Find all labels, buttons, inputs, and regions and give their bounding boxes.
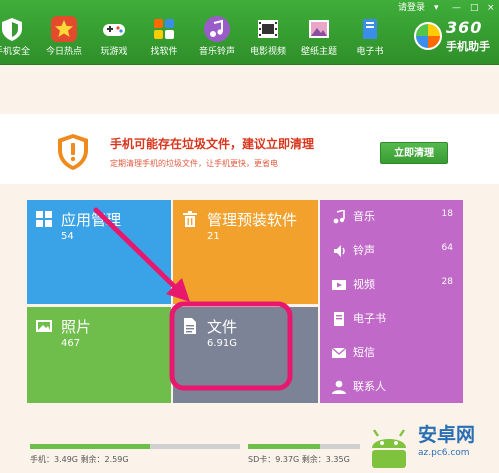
side-item-music[interactable]: 音乐 18 xyxy=(320,200,463,234)
sd-storage-text: SD卡：9.37G 剩余：3.35G xyxy=(248,455,350,464)
side-item-sms[interactable]: 短信 xyxy=(320,336,463,370)
contact-icon xyxy=(332,379,346,394)
side-item-video[interactable]: 视频 28 xyxy=(320,268,463,302)
sd-storage-fill xyxy=(248,444,320,449)
video-icon xyxy=(332,277,346,291)
side-item-contacts[interactable]: 联系人 xyxy=(320,370,463,404)
ringtone-icon xyxy=(332,243,346,257)
watermark: 安卓网 az.pc6.com xyxy=(358,418,498,472)
android-robot-icon xyxy=(364,422,414,472)
app-window: 手机安全 今日热点 玩游戏 找软件 音乐铃声 xyxy=(0,0,499,473)
sd-storage-bar xyxy=(248,444,360,449)
side-item-ebook[interactable]: 电子书 xyxy=(320,302,463,336)
mail-icon xyxy=(331,345,347,359)
phone-storage-fill xyxy=(30,444,150,449)
phone-storage-bar xyxy=(30,444,240,449)
side-menu: 音乐 18 铃声 64 视频 28 电子书 短信 联系人 xyxy=(320,200,463,403)
phone-storage-text: 手机：3.49G 剩余：2.59G xyxy=(30,455,129,464)
side-item-ringtone[interactable]: 铃声 64 xyxy=(320,234,463,268)
music-note-icon xyxy=(332,208,346,224)
ebook-icon xyxy=(332,311,346,326)
